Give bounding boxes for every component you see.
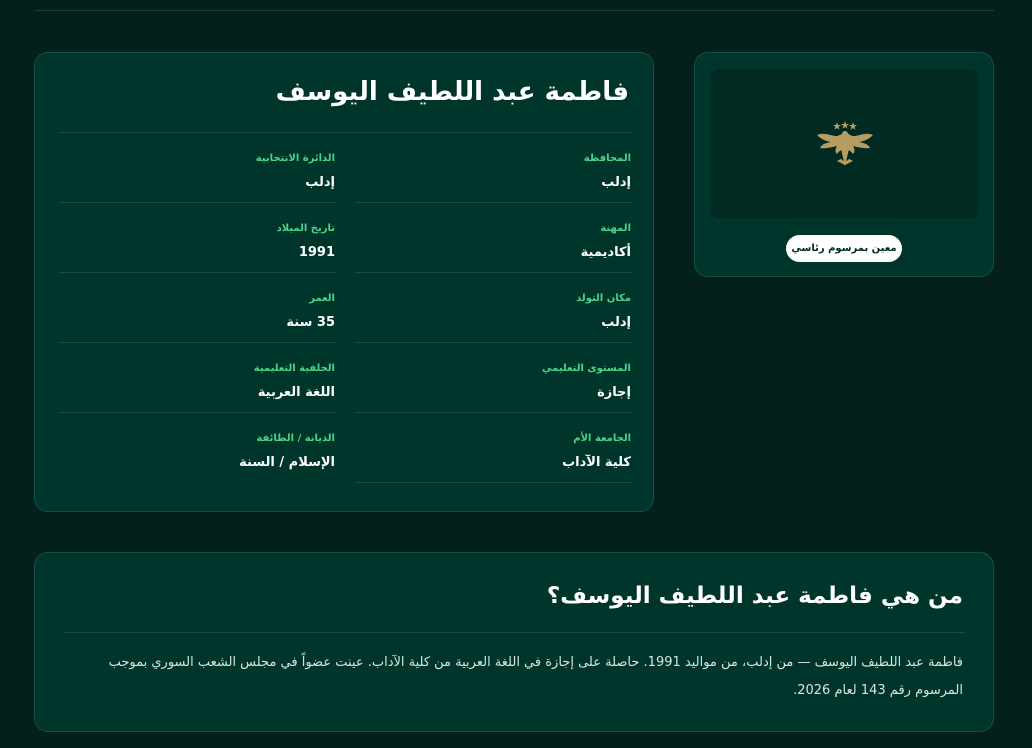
field-age: العمر 35 سنة: [59, 273, 335, 343]
field-value: اللغة العربية: [257, 385, 335, 400]
field-value: إدلب: [601, 175, 631, 190]
bio-heading: من هي فاطمة عبد اللطيف اليوسف؟: [546, 583, 963, 609]
eagle-emblem-icon: [816, 120, 873, 166]
field-constituency: الدائرة الانتخابية إدلب: [59, 133, 335, 203]
field-value: 1991: [298, 245, 335, 260]
field-university: الجامعة الأم كلية الآداب: [355, 413, 631, 483]
appointment-badge: معين بمرسوم رئاسي: [786, 235, 902, 262]
field-value: الإسلام / السنة: [239, 455, 335, 470]
field-religion: الديانة / الطائفة الإسلام / السنة: [59, 413, 335, 483]
field-education-background: الخلفية التعليمية اللغة العربية: [59, 343, 335, 413]
field-birth-date: تاريخ الميلاد 1991: [59, 203, 335, 273]
field-profession: المهنة أكاديمية: [355, 203, 631, 273]
field-value: إدلب: [601, 315, 631, 330]
field-label: الجامعة الأم: [573, 433, 631, 444]
field-label: الخلفية التعليمية: [253, 363, 335, 374]
field-value: إجازة: [597, 385, 631, 400]
field-value: إدلب: [305, 175, 335, 190]
field-birth-place: مكان التولد إدلب: [355, 273, 631, 343]
field-label: المستوى التعليمي: [542, 363, 631, 374]
bio-divider: [65, 632, 965, 633]
bio-text: فاطمة عبد اللطيف اليوسف — من إدلب، من مو…: [108, 655, 963, 698]
top-divider: [35, 10, 994, 11]
field-value: أكاديمية: [580, 245, 631, 260]
field-label: مكان التولد: [576, 293, 631, 304]
bio-card: من هي فاطمة عبد اللطيف اليوسف؟ فاطمة عبد…: [34, 552, 994, 732]
field-label: تاريخ الميلاد: [276, 223, 335, 234]
field-value: كلية الآداب: [562, 455, 631, 470]
field-label: العمر: [309, 293, 335, 304]
field-label: الدائرة الانتخابية: [255, 153, 335, 164]
profile-page: معين بمرسوم رئاسي فاطمة عبد اللطيف اليوس…: [0, 0, 1032, 748]
photo-placeholder: [711, 69, 978, 218]
page-title: فاطمة عبد اللطيف اليوسف: [275, 77, 629, 107]
field-label: الديانة / الطائفة: [256, 433, 335, 444]
field-education-level: المستوى التعليمي إجازة: [355, 343, 631, 413]
field-value: 35 سنة: [286, 315, 335, 330]
field-label: المهنة: [600, 223, 631, 234]
info-card: فاطمة عبد اللطيف اليوسف المحافظة إدلب ال…: [34, 52, 654, 512]
photo-card: معين بمرسوم رئاسي: [694, 52, 994, 277]
field-label: المحافظة: [583, 153, 631, 164]
field-governorate: المحافظة إدلب: [355, 133, 631, 203]
